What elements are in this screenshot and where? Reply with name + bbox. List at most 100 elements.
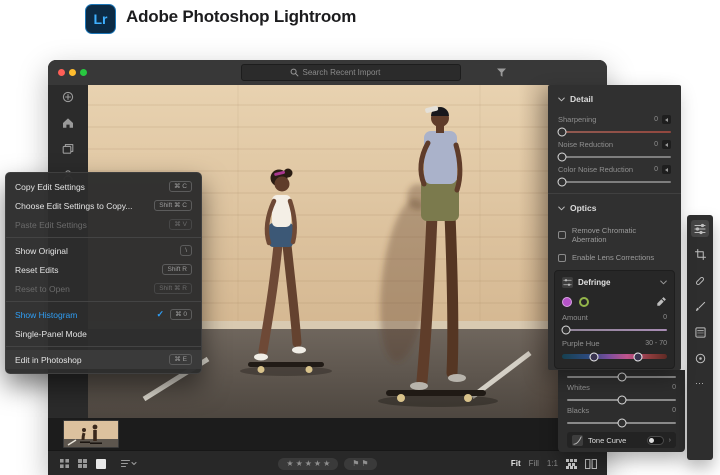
purple-fringe-swatch[interactable] <box>562 297 572 307</box>
hue-knob-high[interactable] <box>633 352 642 361</box>
reject-flag-icon[interactable]: ⚑ <box>361 460 368 468</box>
edit-tool-button[interactable] <box>691 220 709 237</box>
checkbox-label: Enable Lens Corrections <box>572 253 654 262</box>
clipped-slider[interactable] <box>567 376 676 378</box>
blacks-slider[interactable] <box>567 422 676 424</box>
search-input[interactable] <box>303 68 413 77</box>
brush-tool-button[interactable] <box>691 298 709 315</box>
slider-label: Purple Hue <box>562 339 600 348</box>
slider-knob[interactable] <box>617 373 626 382</box>
zoom-fit-button[interactable]: Fit <box>511 459 521 468</box>
color-noise-reduction-row: Color Noise Reduction 0 <box>558 165 671 174</box>
chevron-down-icon <box>558 206 565 211</box>
collapse-arrow-button[interactable] <box>662 140 671 149</box>
menu-label: Copy Edit Settings <box>15 182 85 192</box>
whites-slider[interactable] <box>567 399 676 401</box>
more-tools-icon[interactable]: ⋯ <box>695 378 705 389</box>
slider-value: 0 <box>654 166 658 173</box>
slider-label: Color Noise Reduction <box>558 165 633 174</box>
search-icon <box>290 68 299 77</box>
slider-label: Sharpening <box>558 115 596 124</box>
minimize-window-button[interactable] <box>69 69 76 76</box>
slider-value: 0 <box>654 141 658 148</box>
star-icon[interactable]: ★ <box>296 460 303 468</box>
sharpening-row: Sharpening 0 <box>558 115 671 124</box>
color-noise-reduction-slider[interactable] <box>558 181 671 183</box>
slider-value: 0 <box>672 384 676 391</box>
menu-item-edit-in-photoshop[interactable]: Edit in Photoshop ⌘ E <box>6 350 201 369</box>
menu-item-single-panel-mode[interactable]: Single-Panel Mode <box>6 324 201 343</box>
menu-divider <box>6 346 201 347</box>
pixel-grid-icon[interactable] <box>566 459 577 469</box>
menu-item-reset-edits[interactable]: Reset Edits Shift R <box>6 260 201 279</box>
home-icon[interactable] <box>62 117 74 129</box>
edit-tool-rail: ⋯ <box>687 215 713 460</box>
before-after-icon[interactable] <box>585 459 597 469</box>
menu-label: Choose Edit Settings to Copy... <box>15 201 133 211</box>
slider-label: Whites <box>567 383 590 392</box>
my-photos-icon[interactable] <box>62 143 74 155</box>
healing-brush-tool-button[interactable] <box>691 272 709 289</box>
menu-label: Reset Edits <box>15 265 58 275</box>
filter-icon[interactable] <box>496 68 508 78</box>
crop-tool-button[interactable] <box>691 246 709 263</box>
menu-label: Single-Panel Mode <box>15 329 87 339</box>
slider-knob[interactable] <box>558 153 567 162</box>
star-icon[interactable]: ★ <box>314 460 321 468</box>
chevron-down-icon <box>558 97 565 102</box>
slider-knob[interactable] <box>617 419 626 428</box>
menu-item-show-histogram[interactable]: Show Histogram ✓ ⌘ 0 <box>6 305 201 324</box>
radial-gradient-tool-button[interactable] <box>691 350 709 367</box>
tone-curve-toggle[interactable] <box>647 436 664 445</box>
zoom-window-button[interactable] <box>80 69 87 76</box>
menu-item-choose-edit-settings[interactable]: Choose Edit Settings to Copy... Shift ⌘ … <box>6 196 201 215</box>
collapse-arrow-button[interactable] <box>662 165 671 174</box>
remove-chromatic-aberration-row[interactable]: Remove Chromatic Aberration <box>558 226 671 244</box>
sharpening-slider[interactable] <box>558 131 671 133</box>
star-icon[interactable]: ★ <box>323 460 330 468</box>
filmstrip-thumbnail[interactable] <box>63 420 119 448</box>
defringe-panel: Defringe Amount 0 Purple Hue 30 - 70 <box>554 270 675 369</box>
logo-text: Lr <box>94 11 108 27</box>
star-rating-widget[interactable]: ★ ★ ★ ★ ★ <box>278 458 338 470</box>
slider-knob[interactable] <box>558 178 567 187</box>
bottom-toolbar: ★ ★ ★ ★ ★ ⚑ ⚑ Fit Fill 1:1 <box>48 450 607 475</box>
detail-section-header[interactable]: Detail <box>558 85 671 108</box>
zoom-fill-button[interactable]: Fill <box>529 459 539 468</box>
menu-item-show-original[interactable]: Show Original \ <box>6 241 201 260</box>
star-icon[interactable]: ★ <box>286 460 293 468</box>
check-icon: ✓ <box>157 309 165 320</box>
shortcut-badge: ⌘ E <box>169 354 192 366</box>
menu-item-reset-to-open: Reset to Open Shift ⌘ R <box>6 279 201 298</box>
collapse-arrow-button[interactable] <box>662 115 671 124</box>
menu-item-copy-edit-settings[interactable]: Copy Edit Settings ⌘ C <box>6 177 201 196</box>
amount-slider[interactable] <box>562 329 667 331</box>
shortcut-badge: Shift ⌘ C <box>154 200 192 212</box>
linear-gradient-tool-button[interactable] <box>691 324 709 341</box>
shortcut-badge: Shift ⌘ R <box>154 283 192 295</box>
noise-reduction-slider[interactable] <box>558 156 671 158</box>
flag-widget[interactable]: ⚑ ⚑ <box>344 458 376 470</box>
section-title: Detail <box>570 94 593 104</box>
defringe-header[interactable]: Defringe <box>562 277 667 288</box>
star-icon[interactable]: ★ <box>305 460 312 468</box>
checkbox[interactable] <box>558 231 566 239</box>
eyedropper-icon[interactable] <box>656 296 667 307</box>
purple-hue-slider[interactable] <box>562 354 667 359</box>
slider-knob[interactable] <box>558 128 567 137</box>
checkbox[interactable] <box>558 254 566 262</box>
enable-lens-corrections-row[interactable]: Enable Lens Corrections <box>558 253 671 262</box>
purple-hue-row: Purple Hue 30 - 70 <box>562 339 667 348</box>
add-photos-icon[interactable] <box>62 91 74 103</box>
optics-section-header[interactable]: Optics <box>558 194 671 217</box>
slider-knob[interactable] <box>562 326 571 335</box>
slider-value: 0 <box>654 116 658 123</box>
shortcut-badge: \ <box>180 245 192 257</box>
hue-knob-low[interactable] <box>589 352 598 361</box>
zoom-one-to-one-button[interactable]: 1:1 <box>547 459 558 468</box>
pick-flag-icon[interactable]: ⚑ <box>352 460 359 468</box>
tone-curve-bar[interactable]: Tone Curve › <box>567 432 676 448</box>
close-window-button[interactable] <box>58 69 65 76</box>
green-fringe-swatch[interactable] <box>579 297 589 307</box>
slider-knob[interactable] <box>617 396 626 405</box>
